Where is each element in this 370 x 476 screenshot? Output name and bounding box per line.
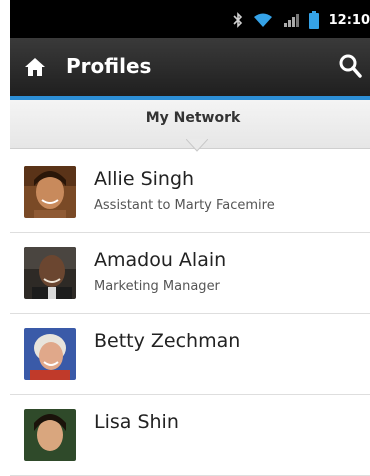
profile-name: Betty Zechman <box>94 330 241 352</box>
tab-indicator-arrow <box>185 138 209 152</box>
tab-label: My Network <box>145 110 241 126</box>
home-icon[interactable] <box>24 56 46 78</box>
signal-icon <box>283 12 299 28</box>
profile-list: Allie Singh Assistant to Marty Facemire … <box>10 152 370 476</box>
profile-headline: Assistant to Marty Facemire <box>94 198 275 213</box>
list-item[interactable]: Lisa Shin <box>10 395 370 476</box>
status-bar: 12:10 <box>10 0 370 38</box>
search-icon[interactable] <box>338 53 362 79</box>
status-time: 12:10 <box>328 12 370 28</box>
list-item[interactable]: Amadou Alain Marketing Manager <box>10 233 370 314</box>
wifi-icon <box>253 12 273 28</box>
list-item[interactable]: Betty Zechman <box>10 314 370 395</box>
avatar <box>24 247 76 299</box>
bluetooth-icon <box>233 12 243 28</box>
tab-my-network[interactable]: My Network <box>10 100 370 152</box>
battery-icon <box>308 11 319 29</box>
avatar <box>24 328 76 380</box>
profile-name: Lisa Shin <box>94 411 179 433</box>
profile-name: Amadou Alain <box>94 249 227 271</box>
list-item[interactable]: Allie Singh Assistant to Marty Facemire <box>10 152 370 233</box>
avatar <box>24 166 76 218</box>
profile-name: Allie Singh <box>94 168 195 190</box>
screen-margin <box>0 0 10 415</box>
profile-headline: Marketing Manager <box>94 279 220 294</box>
action-bar: Profiles <box>10 38 370 96</box>
avatar <box>24 409 76 461</box>
page-title: Profiles <box>66 54 152 78</box>
